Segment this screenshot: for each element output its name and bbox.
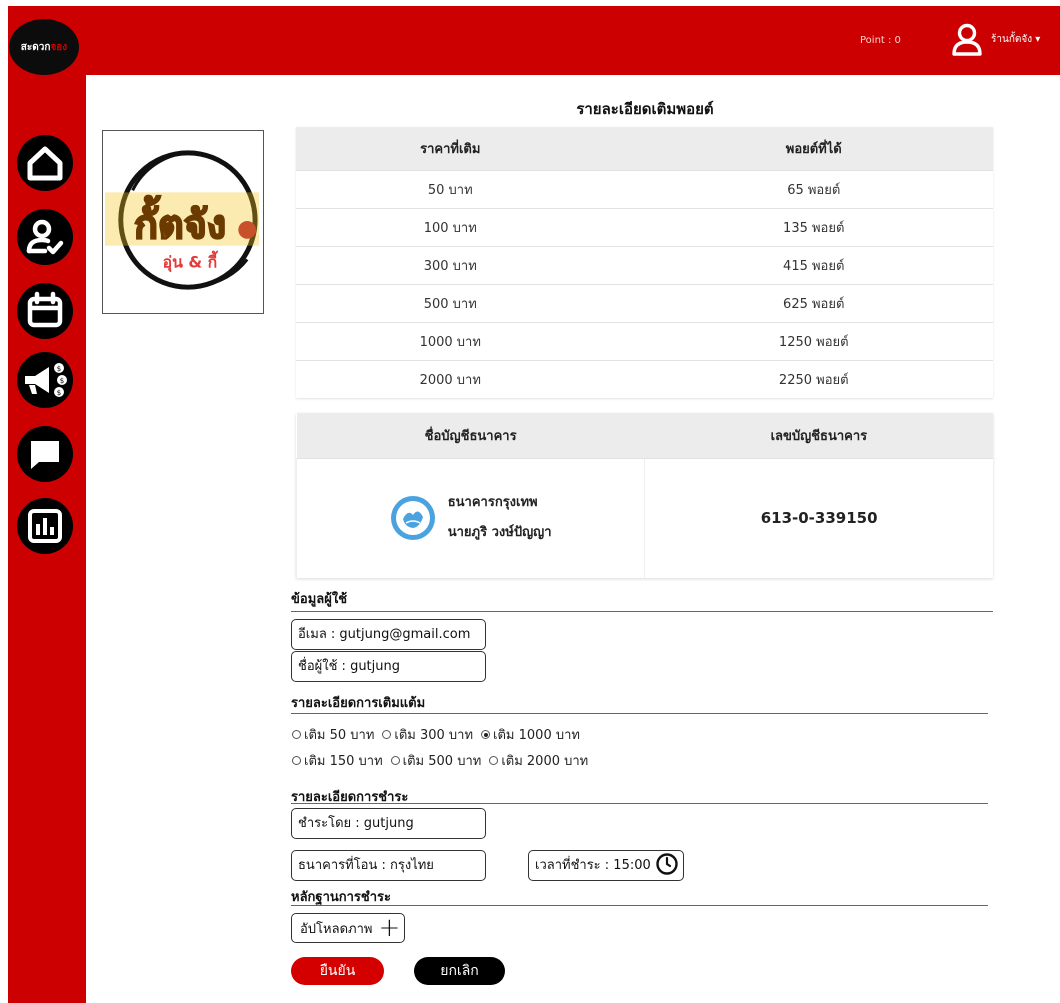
table-row: 50 บาท 65 พอยต์ (296, 169, 993, 208)
svg-text:$: $ (60, 377, 64, 385)
cancel-button[interactable]: ยกเลิก (414, 957, 505, 985)
table-header-row: ชื่อบัญชีธนาคาร เลขบัญชีธนาคาร (296, 413, 993, 458)
account-number: 613-0-339150 (760, 509, 878, 528)
store-name-dropdown[interactable]: ร้านกั้ตจัง ▾ (991, 32, 1040, 47)
table-row: 2000 บาท 2250 พอยต์ (296, 359, 993, 398)
store-logo-image: กั้ตจัง อุ่น & กี้ (102, 130, 264, 314)
topup-option-300[interactable]: เติม 300 บาท (382, 724, 473, 745)
logo-text: สะดวก (20, 41, 51, 53)
logo-text-accent: จอง (50, 41, 68, 53)
price-cell: 500 บาท (296, 283, 645, 322)
point-balance: Point : 0 (860, 35, 901, 46)
column-header-account-name: ชื่อบัญชีธนาคาร (296, 413, 645, 458)
email-field[interactable]: อีเมล : gutjung@gmail.com (291, 619, 486, 650)
megaphone-icon: $ $ $ (17, 352, 73, 408)
topup-option-label: เติม 1000 บาท (493, 728, 580, 743)
section-divider (291, 905, 988, 906)
svg-text:$: $ (57, 389, 61, 397)
bank-info-cell: ธนาคารกรุงเทพ นายภูริ วงษ์ปัญญา (295, 457, 645, 578)
radio-icon (489, 756, 499, 765)
topup-option-150[interactable]: เติม 150 บาท (292, 750, 383, 771)
sidebar-item-reports[interactable] (15, 496, 75, 556)
points-cell: 65 พอยต์ (644, 169, 993, 208)
price-cell: 50 บาท (296, 169, 645, 208)
topup-options-row-1: เติม 50 บาท เติม 300 บาท เติม 1000 บาท (292, 724, 588, 745)
topup-option-label: เติม 50 บาท (304, 728, 375, 743)
username-field[interactable]: ชื่อผู้ใช้ : gutjung (291, 651, 486, 682)
account-holder-name: นายภูริ วงษ์ปัญญา (447, 525, 552, 541)
topup-option-label: เติม 500 บาท (402, 754, 482, 769)
sidebar-item-calendar[interactable] (15, 281, 75, 341)
column-header-account-number: เลขบัญชีธนาคาร (644, 413, 993, 458)
app-logo[interactable]: สะดวก จอง (9, 19, 79, 75)
bank-name: ธนาคารกรุงเทพ (447, 495, 538, 511)
confirm-button[interactable]: ยืนยัน (291, 957, 384, 985)
transfer-bank-field[interactable]: ธนาคารที่โอน : กรุงไทย (291, 850, 486, 881)
topup-option-label: เติม 2000 บาท (501, 754, 589, 769)
topup-option-50[interactable]: เติม 50 บาท (292, 724, 374, 745)
svg-text:$: $ (57, 365, 61, 373)
price-cell: 2000 บาท (296, 359, 645, 398)
column-header-price: ราคาที่เติม (296, 127, 645, 170)
points-price-table: ราคาที่เติม พอยต์ที่ได้ 50 บาท 65 พอยต์ 1… (296, 127, 993, 398)
topup-options-row-2: เติม 150 บาท เติม 500 บาท เติม 2000 บาท (292, 750, 596, 771)
clock-icon[interactable] (655, 852, 679, 876)
topup-option-label: เติม 150 บาท (304, 754, 383, 769)
points-cell: 1250 พอยต์ (644, 321, 993, 360)
sidebar-item-home[interactable] (15, 133, 75, 193)
table-row: 500 บาท 625 พอยต์ (296, 283, 993, 322)
section-title-topup: รายละเอียดการเติมแต้ม (291, 696, 426, 711)
home-icon (17, 135, 73, 191)
section-title-evidence: หลักฐานการชำระ (291, 890, 392, 905)
table-row: 1000 บาท 1250 พอยต์ (296, 321, 993, 360)
account-number-cell: 613-0-339150 (644, 457, 993, 578)
page-title: รายละเอียดเติมพอยต์ (576, 100, 714, 118)
price-cell: 300 บาท (296, 245, 645, 284)
radio-icon (292, 730, 301, 739)
caret-down-icon: ▾ (1032, 34, 1041, 45)
topup-option-label: เติม 300 บาท (394, 728, 474, 743)
store-logo-title: กั้ตจัง (134, 195, 226, 248)
radio-icon (390, 756, 400, 765)
store-logo-subtitle: อุ่น & กี้ (163, 250, 219, 272)
paid-by-field[interactable]: ชำระโดย : gutjung (291, 808, 486, 839)
table-row: ธนาคารกรุงเทพ นายภูริ วงษ์ปัญญา 613-0-33… (295, 457, 993, 578)
radio-icon (292, 756, 301, 765)
topup-option-1000[interactable]: เติม 1000 บาท (481, 724, 580, 745)
price-cell: 1000 บาท (296, 321, 645, 360)
radio-selected-icon (481, 730, 491, 739)
topup-option-2000[interactable]: เติม 2000 บาท (489, 750, 588, 771)
table-row: 100 บาท 135 พอยต์ (296, 207, 993, 246)
topup-option-500[interactable]: เติม 500 บาท (390, 750, 482, 771)
bank-logo-icon (390, 496, 435, 541)
upload-label: อัปโหลดภาพ (300, 921, 373, 937)
bar-chart-icon (17, 498, 73, 554)
calendar-icon (17, 283, 73, 339)
plus-icon: + (378, 913, 401, 943)
points-cell: 415 พอยต์ (644, 245, 993, 284)
column-header-points: พอยต์ที่ได้ (644, 127, 993, 170)
bank-account-table: ชื่อบัญชีธนาคาร เลขบัญชีธนาคาร ธนาคารกรุ… (295, 413, 993, 578)
top-header-bar (8, 6, 1060, 75)
user-check-icon (17, 209, 73, 265)
sidebar-item-promotion[interactable]: $ $ $ (15, 350, 75, 410)
section-divider (291, 611, 993, 612)
radio-icon (382, 730, 392, 739)
chat-icon (17, 426, 73, 482)
sidebar-item-messages[interactable] (15, 424, 75, 484)
store-name: ร้านกั้ตจัง (991, 34, 1033, 45)
user-profile-icon[interactable] (950, 22, 984, 56)
points-cell: 2250 พอยต์ (644, 359, 993, 398)
table-header-row: ราคาที่เติม พอยต์ที่ได้ (296, 127, 993, 170)
upload-image-button[interactable]: อัปโหลดภาพ + (291, 913, 405, 943)
section-divider (291, 803, 988, 804)
price-cell: 100 บาท (296, 207, 645, 246)
points-cell: 625 พอยต์ (644, 283, 993, 322)
section-divider (291, 713, 988, 714)
section-title-user-info: ข้อมูลผู้ใช้ (291, 592, 348, 607)
sidebar-item-users[interactable] (15, 207, 75, 267)
table-row: 300 บาท 415 พอยต์ (296, 245, 993, 284)
points-cell: 135 พอยต์ (644, 207, 993, 246)
